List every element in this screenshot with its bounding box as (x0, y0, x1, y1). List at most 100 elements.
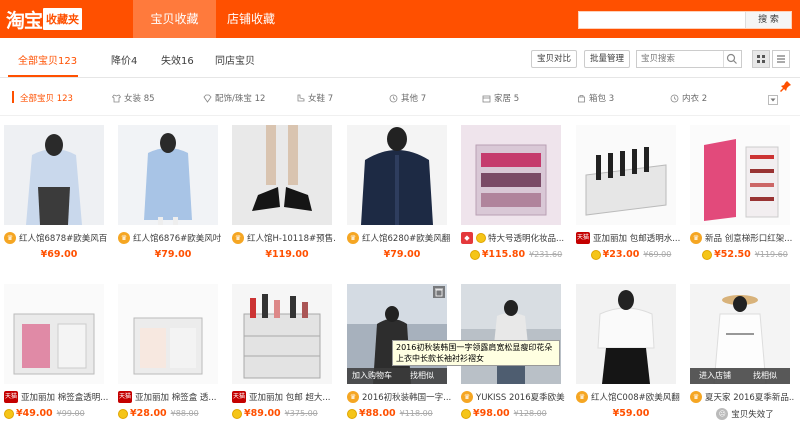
price-row: ¥69.00 (4, 249, 114, 260)
category-expand-icon[interactable] (768, 95, 778, 105)
price-row: ¥88.00 ¥118.00 (347, 408, 457, 419)
search-icon[interactable] (723, 51, 741, 67)
shoe-icon (297, 94, 305, 101)
coin-icon (590, 249, 601, 260)
filter-tab-same-shop[interactable]: 同店宝贝 (215, 52, 255, 67)
delete-icon[interactable] (433, 286, 445, 298)
batch-manage-button[interactable]: 批量管理 (584, 50, 630, 68)
product-title-row: ♛ 新品 创意梯形口红架... (690, 232, 794, 244)
product-title[interactable]: 亚加丽加 包邮 超大... (249, 391, 331, 403)
product-image[interactable] (232, 284, 332, 384)
category-womens-clothing[interactable]: 女装 85 (112, 92, 155, 104)
product-image[interactable] (576, 284, 676, 384)
bag-icon (578, 94, 585, 102)
taobao-logo[interactable]: 淘宝 收藏夹 (6, 5, 83, 33)
product-image[interactable] (576, 125, 676, 225)
product-image[interactable] (461, 284, 561, 384)
product-title-row: ♛ 夏天家 2016夏季新品... (690, 391, 794, 403)
enter-shop-button[interactable]: 进入店铺 (690, 368, 740, 384)
category-jewelry[interactable]: 配饰/珠宝 12 (203, 92, 265, 104)
crown-badge-icon: ♛ (461, 391, 473, 403)
product-title-row: ♛ YUKISS 2016夏季欧美... (461, 391, 565, 403)
jewelry-icon (203, 94, 212, 103)
original-price: ¥118.00 (399, 409, 433, 418)
underwear-icon (670, 94, 679, 102)
price-row: ¥49.00 ¥99.00 (4, 408, 114, 419)
coin-icon (347, 408, 357, 419)
product-title[interactable]: 红人馆6878#欧美风百... (19, 232, 108, 244)
price-row: ¥52.50 ¥119.60 (690, 249, 800, 260)
product-image[interactable] (4, 125, 104, 225)
top-search-input[interactable] (579, 12, 747, 28)
price-row: ¥119.00 (232, 249, 342, 260)
category-bags[interactable]: 箱包 3 (577, 92, 614, 104)
pin-icon[interactable] (780, 80, 792, 92)
original-price: ¥375.00 (284, 409, 318, 418)
category-all[interactable]: 全部宝贝 123 (20, 92, 73, 104)
product-title-row: 天猫 亚加丽加 棉签盒透明... (4, 391, 108, 403)
product-image[interactable] (4, 284, 104, 384)
filter-tab-invalid[interactable]: 失效16 (161, 52, 194, 67)
grid-view-icon[interactable] (752, 50, 770, 68)
product-title[interactable]: 新品 创意梯形口红架... (705, 232, 792, 244)
product-image[interactable]: 加入购物车 找相似 (347, 284, 447, 384)
tmall-badge-icon: 天猫 (232, 391, 246, 403)
filter-tab-price-drop[interactable]: 降价4 (111, 52, 137, 67)
product-title[interactable]: 红人馆6280#欧美风翻... (362, 232, 451, 244)
product-image[interactable] (347, 125, 447, 225)
crown-badge-icon: ♛ (118, 232, 130, 244)
product-title[interactable]: 特大号透明化妆品... (488, 232, 564, 244)
product-title[interactable]: 红人馆H-10118#预售... (247, 232, 336, 244)
product-title[interactable]: 亚加丽加 棉签盒 透... (135, 391, 217, 403)
top-search-button[interactable]: 搜 索 (745, 12, 791, 28)
product-title[interactable]: 亚加丽加 棉签盒透明... (21, 391, 108, 403)
home-icon (482, 95, 491, 102)
product-image[interactable] (118, 125, 218, 225)
compare-button[interactable]: 宝贝对比 (531, 50, 577, 68)
price-row: ¥79.00 (347, 249, 457, 260)
add-to-cart-button[interactable]: 加入购物车 (347, 368, 397, 384)
product-title-row: ♛ 红人馆6878#欧美风百... (4, 232, 108, 244)
category-active-bar (12, 91, 14, 103)
category-other[interactable]: 其他 7 (389, 92, 426, 104)
product-image[interactable]: 进入店铺 找相似 (690, 284, 790, 384)
item-search (636, 50, 742, 68)
product-image[interactable] (232, 125, 332, 225)
category-underwear[interactable]: 内衣 2 (670, 92, 707, 104)
product-title[interactable]: 亚加丽加 包邮透明水... (593, 232, 680, 244)
product-price: ¥89.00 (244, 408, 281, 419)
product-title[interactable]: 红人馆6876#欧美风吋... (133, 232, 222, 244)
list-view-icon[interactable] (772, 50, 790, 68)
category-label: 内衣 2 (682, 94, 708, 104)
product-title[interactable]: 红人馆C008#欧美风翻... (591, 391, 680, 403)
product-title[interactable]: YUKISS 2016夏季欧美... (476, 391, 565, 403)
product-title-row: 天猫 亚加丽加 包邮透明水... (576, 232, 680, 244)
tab-item-favorites[interactable]: 宝贝收藏 (133, 0, 216, 38)
category-label: 女鞋 7 (308, 94, 334, 104)
product-title[interactable]: 夏天家 2016夏季新品... (705, 391, 794, 403)
item-search-input[interactable] (637, 51, 723, 67)
price-row: ¥115.80 ¥231.60 (461, 249, 571, 260)
other-icon (389, 94, 398, 102)
coin-icon (476, 233, 486, 243)
price-row: ¥79.00 (118, 249, 228, 260)
crown-badge-icon: ♛ (690, 391, 702, 403)
coin-icon (4, 408, 14, 419)
product-image[interactable] (461, 125, 561, 225)
product-price: ¥52.50 (714, 249, 751, 260)
category-womens-shoes[interactable]: 女鞋 7 (296, 92, 333, 104)
product-title-row: ♛ 红人馆6280#欧美风翻... (347, 232, 451, 244)
invalid-item-label: 宝贝失效了 (731, 410, 774, 420)
category-label: 箱包 3 (589, 94, 615, 104)
product-image[interactable] (118, 284, 218, 384)
tab-shop-favorites[interactable]: 店铺收藏 (216, 0, 286, 38)
category-label: 家居 5 (494, 94, 520, 104)
product-title[interactable]: 2016初秋装韩国一字... (362, 391, 451, 403)
filter-tab-all[interactable]: 全部宝贝123 (18, 52, 77, 67)
product-image[interactable] (690, 125, 790, 225)
find-similar-button[interactable]: 找相似 (740, 368, 790, 384)
product-price: ¥23.00 (602, 249, 640, 260)
find-similar-button[interactable]: 找相似 (397, 368, 447, 384)
price-row: ¥59.00 (576, 408, 686, 419)
category-home[interactable]: 家居 5 (482, 92, 519, 104)
